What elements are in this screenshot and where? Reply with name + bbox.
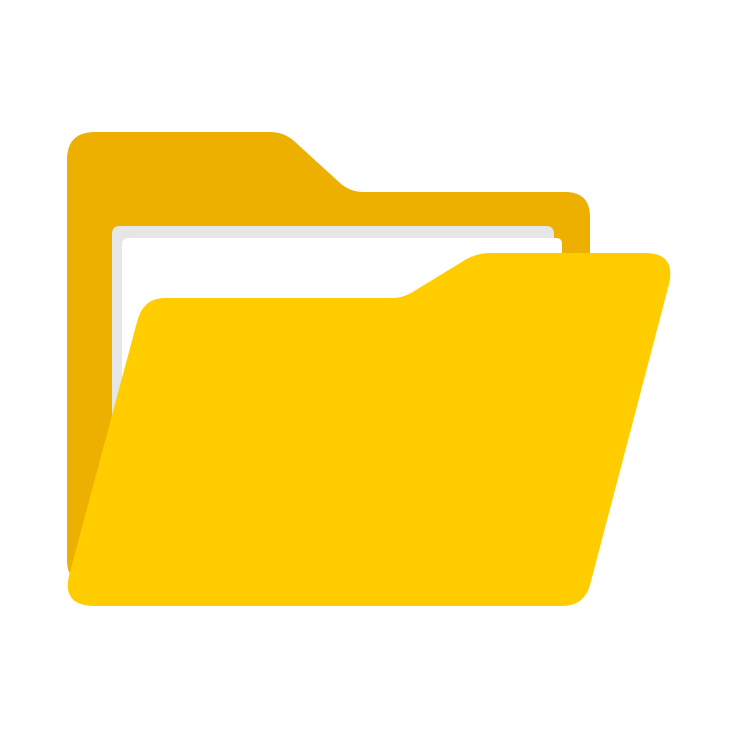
canvas <box>0 0 740 740</box>
folder-front-panel <box>67 253 671 606</box>
open-folder-icon <box>67 132 671 606</box>
